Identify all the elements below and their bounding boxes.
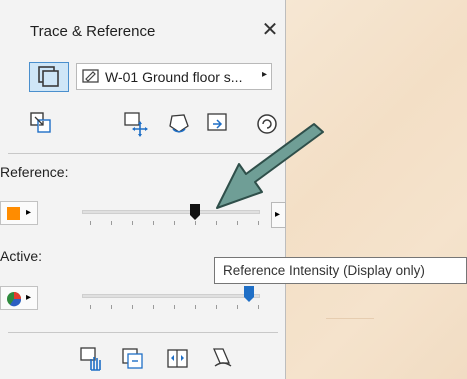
rotate-reference-icon[interactable] [167, 112, 191, 136]
layer-icon [82, 69, 99, 83]
tick [111, 305, 112, 309]
active-label: Active: [0, 248, 43, 264]
tick [174, 305, 175, 309]
tick [237, 305, 238, 309]
reference-slider-thumb[interactable] [189, 203, 201, 221]
palette-titlebar[interactable]: Trace & Reference ✕ [0, 0, 285, 46]
hand-grab-icon[interactable] [79, 346, 107, 372]
close-button[interactable]: ✕ [259, 19, 281, 41]
tick [90, 305, 91, 309]
tick [111, 221, 112, 225]
dropdown-arrow-icon: ▸ [261, 69, 267, 80]
swatch-arrow-icon: ▸ [26, 207, 32, 218]
tick [90, 221, 91, 225]
trace-toggle-button[interactable] [29, 62, 69, 92]
faint-drawing-line [326, 318, 374, 319]
reference-intensity-tooltip: Reference Intensity (Display only) [214, 257, 467, 284]
hide-reference-icon[interactable] [210, 346, 236, 372]
active-color-button[interactable]: ▸ [0, 286, 38, 310]
move-reference-icon[interactable] [123, 111, 149, 137]
active-slider-thumb[interactable] [243, 285, 255, 303]
copy-into-icon[interactable] [121, 347, 145, 371]
tick [132, 305, 133, 309]
tick [153, 305, 154, 309]
tick [195, 221, 196, 225]
palette-title: Trace & Reference [30, 23, 156, 40]
active-intensity-slider[interactable] [82, 294, 260, 298]
divider-2 [8, 332, 278, 333]
trace-toggle-icon [38, 66, 59, 87]
swatch-arrow-icon: ▸ [26, 292, 32, 303]
reference-dropdown[interactable]: W-01 Ground floor s... ▸ [76, 63, 272, 90]
reference-dropdown-label: W-01 Ground floor s... [105, 69, 243, 85]
compare-icon[interactable] [166, 347, 190, 371]
multicolor-icon [7, 292, 22, 307]
swap-reference-icon[interactable] [29, 111, 53, 135]
tick [174, 221, 175, 225]
tick [132, 221, 133, 225]
tick [216, 305, 217, 309]
pointer-arrow-icon [216, 123, 324, 209]
reference-color-button[interactable]: ▸ [0, 201, 38, 225]
tick [153, 221, 154, 225]
tick [258, 305, 259, 309]
tick [195, 305, 196, 309]
orange-swatch-icon [7, 207, 20, 220]
reference-label: Reference: [0, 164, 69, 180]
